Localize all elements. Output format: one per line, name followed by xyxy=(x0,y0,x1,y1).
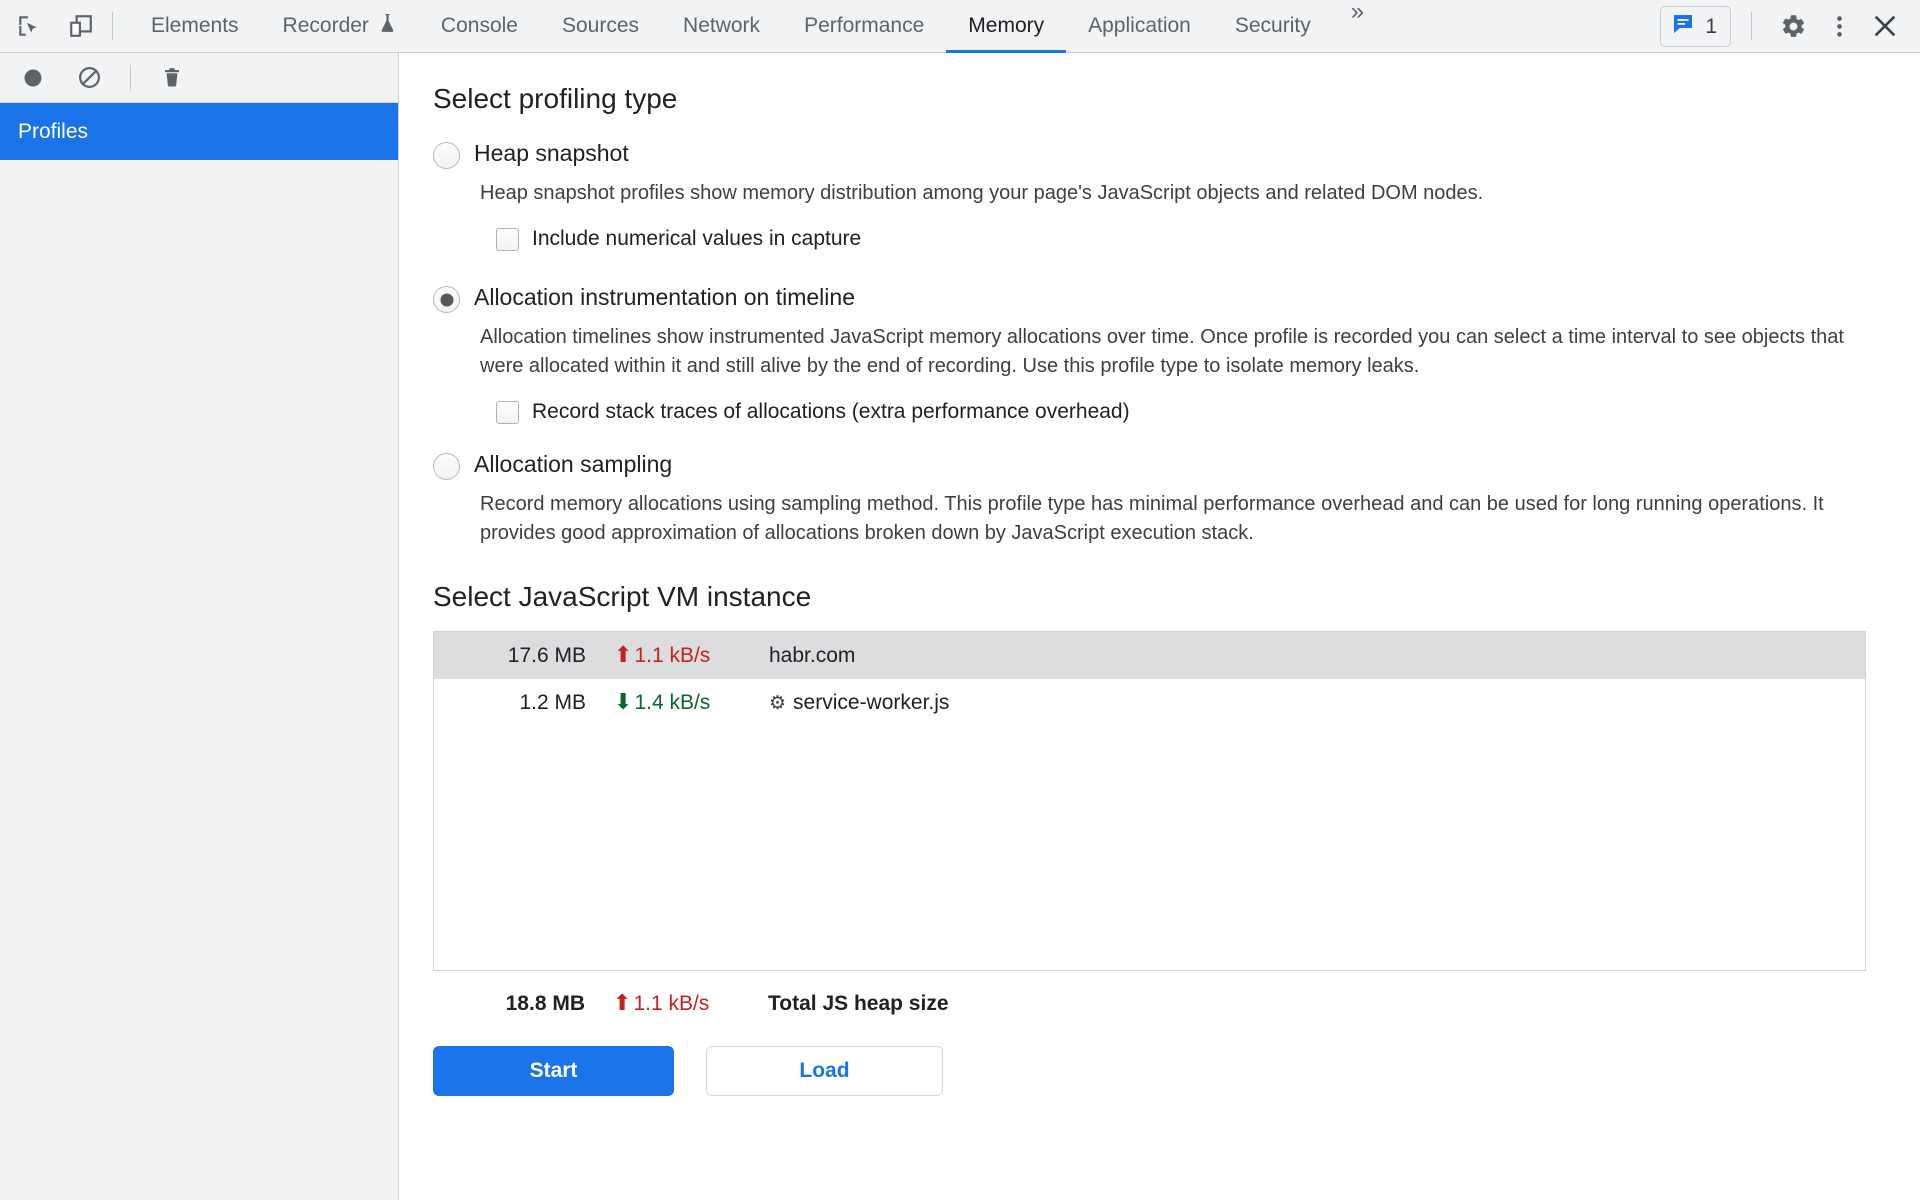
clear-all-profiles-icon[interactable] xyxy=(74,63,104,93)
option-allocation-instrumentation[interactable]: Allocation instrumentation on timeline xyxy=(433,282,1866,314)
vm-row-rate-value: 1.4 kB/s xyxy=(634,690,711,714)
message-bubble-icon xyxy=(1671,12,1695,41)
load-button[interactable]: Load xyxy=(706,1046,943,1097)
toolbar-divider xyxy=(112,12,113,40)
option-allocation-sampling[interactable]: Allocation sampling xyxy=(433,449,1866,481)
message-count: 1 xyxy=(1705,14,1717,38)
more-tabs-icon[interactable]: » xyxy=(1333,0,1382,53)
tab-memory[interactable]: Memory xyxy=(946,0,1066,53)
tab-console[interactable]: Console xyxy=(419,0,540,53)
tab-recorder-label: Recorder xyxy=(282,14,369,37)
option-allocation-sampling-label: Allocation sampling xyxy=(474,451,673,478)
inspect-element-icon[interactable] xyxy=(14,11,44,41)
console-messages-button[interactable]: 1 xyxy=(1660,5,1731,47)
vm-row-size: 1.2 MB xyxy=(519,690,586,714)
vm-row-name-label: service-worker.js xyxy=(793,690,950,714)
tab-application[interactable]: Application xyxy=(1066,0,1213,53)
option-heap-snapshot[interactable]: Heap snapshot xyxy=(433,138,1866,169)
delete-profile-icon[interactable] xyxy=(157,63,187,93)
vm-instance-table[interactable]: 17.6 MB ⬆ 1.1 kB/s habr.com 1.2 MB ⬇ 1.4… xyxy=(433,631,1866,972)
checkbox-row-record-stack-traces[interactable]: Record stack traces of allocations (extr… xyxy=(496,400,1866,424)
tab-security-label: Security xyxy=(1234,14,1311,37)
tab-network[interactable]: Network xyxy=(661,0,782,53)
tab-performance-label: Performance xyxy=(804,14,925,37)
radio-allocation-sampling[interactable] xyxy=(433,453,460,481)
close-devtools-icon[interactable] xyxy=(1864,5,1906,47)
sidebar-toolbar-divider xyxy=(130,64,131,91)
total-heap-size-row: 18.8 MB ⬆ 1.1 kB/s Total JS heap size xyxy=(433,975,1866,1032)
radio-heap-snapshot[interactable] xyxy=(433,142,460,169)
option-allocation-instrumentation-description: Allocation timelines show instrumented J… xyxy=(480,326,1844,377)
more-options-icon[interactable] xyxy=(1818,5,1860,47)
total-heap-rate: ⬆ 1.1 kB/s xyxy=(585,992,740,1016)
vm-row-name: ⚙ service-worker.js xyxy=(741,691,949,715)
tab-sources[interactable]: Sources xyxy=(540,0,661,53)
devtools-right-icon-group: 1 xyxy=(1660,5,1920,47)
table-row[interactable]: 17.6 MB ⬆ 1.1 kB/s habr.com xyxy=(434,632,1865,680)
profiles-sidebar: Profiles xyxy=(0,53,399,1200)
option-heap-snapshot-description: Heap snapshot profiles show memory distr… xyxy=(480,182,1484,205)
tab-memory-label: Memory xyxy=(968,14,1045,37)
table-row[interactable]: 1.2 MB ⬇ 1.4 kB/s ⚙ service-worker.js xyxy=(434,679,1865,726)
checkbox-row-include-numerical-values[interactable]: Include numerical values in capture xyxy=(496,227,1866,251)
vm-row-name: habr.com xyxy=(741,644,855,668)
tab-network-label: Network xyxy=(683,14,761,37)
vm-row-name-label: habr.com xyxy=(769,643,856,667)
option-allocation-instrumentation-label: Allocation instrumentation on timeline xyxy=(474,284,855,311)
action-button-row: Start Load xyxy=(433,1046,1866,1097)
checkbox-record-stack-traces[interactable] xyxy=(496,400,519,424)
vm-row-size: 17.6 MB xyxy=(507,643,586,667)
vm-instance-title: Select JavaScript VM instance xyxy=(433,581,812,613)
vm-row-rate-value: 1.1 kB/s xyxy=(634,643,711,667)
sidebar-item-profiles[interactable]: Profiles xyxy=(0,103,398,160)
tab-performance[interactable]: Performance xyxy=(782,0,946,53)
devtools-left-icon-group xyxy=(0,11,96,41)
checkbox-include-numerical-values[interactable] xyxy=(496,227,519,251)
total-heap-size-value: 18.8 MB xyxy=(505,991,585,1015)
arrow-up-icon: ⬆ xyxy=(614,642,633,668)
tab-application-label: Application xyxy=(1088,14,1191,37)
devtools-toolbar: Elements Recorder Console Sources Networ… xyxy=(0,0,1920,53)
tab-console-label: Console xyxy=(440,14,518,37)
vm-row-rate: ⬆ 1.1 kB/s xyxy=(586,644,741,668)
checkbox-record-stack-traces-label: Record stack traces of allocations (extr… xyxy=(532,400,1130,424)
tab-recorder[interactable]: Recorder xyxy=(261,0,419,53)
radio-allocation-instrumentation[interactable] xyxy=(433,286,460,314)
flask-icon xyxy=(378,13,397,40)
tab-security[interactable]: Security xyxy=(1213,0,1333,53)
checkbox-include-numerical-values-label: Include numerical values in capture xyxy=(532,227,862,251)
start-button[interactable]: Start xyxy=(433,1046,674,1097)
device-toolbar-icon[interactable] xyxy=(66,11,96,41)
devtools-tab-list: Elements Recorder Console Sources Networ… xyxy=(129,0,1660,53)
tab-elements[interactable]: Elements xyxy=(129,0,261,53)
tab-sources-label: Sources xyxy=(561,14,640,37)
option-allocation-sampling-description: Record memory allocations using sampling… xyxy=(480,493,1824,544)
gear-icon: ⚙ xyxy=(769,691,787,714)
vm-row-rate: ⬇ 1.4 kB/s xyxy=(586,691,741,715)
settings-gear-icon[interactable] xyxy=(1772,5,1814,47)
profiling-type-title: Select profiling type xyxy=(433,83,678,114)
arrow-up-icon: ⬆ xyxy=(613,990,632,1016)
record-button[interactable] xyxy=(18,63,48,93)
total-heap-label: Total JS heap size xyxy=(768,991,949,1015)
profiles-sidebar-toolbar xyxy=(0,53,398,103)
toolbar-right-divider xyxy=(1751,12,1752,40)
option-heap-snapshot-label: Heap snapshot xyxy=(474,140,629,166)
sidebar-item-profiles-label: Profiles xyxy=(18,119,89,143)
arrow-down-icon: ⬇ xyxy=(614,689,633,715)
memory-profiler-panel: Select profiling type Heap snapshot Heap… xyxy=(400,53,1920,1200)
tab-elements-label: Elements xyxy=(151,14,239,37)
total-heap-rate-value: 1.1 kB/s xyxy=(633,991,710,1015)
